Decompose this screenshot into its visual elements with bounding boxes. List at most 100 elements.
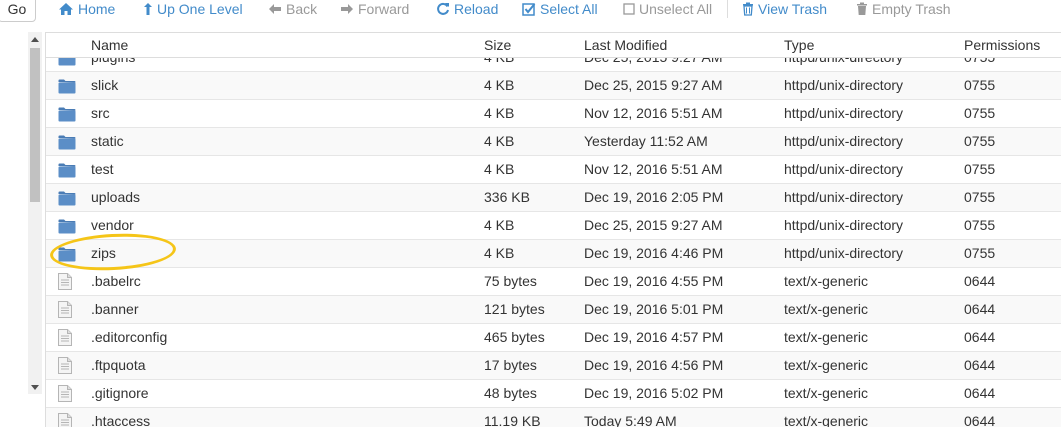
- file-name[interactable]: src: [91, 105, 110, 121]
- select-all-button[interactable]: Select All: [522, 0, 598, 18]
- unselect-all-button[interactable]: Unselect All: [623, 0, 712, 18]
- table-row[interactable]: zips 4 KB Dec 19, 2016 4:46 PM httpd/unix-d…: [46, 239, 1061, 267]
- file-last-modified: Dec 19, 2016 4:46 PM: [584, 245, 724, 261]
- file-size: 48 bytes: [484, 385, 537, 401]
- file-type: httpd/unix-directory: [784, 105, 904, 121]
- file-name[interactable]: .ftpquota: [91, 357, 146, 373]
- file-name[interactable]: test: [91, 161, 114, 177]
- file-permissions: 0755: [964, 105, 996, 121]
- empty-trash-button[interactable]: Empty Trash: [856, 0, 951, 18]
- file-name[interactable]: static: [91, 133, 124, 149]
- scrollbar-thumb[interactable]: [30, 48, 40, 202]
- toolbar: Go Home Up One Level Back Forward Reload…: [0, 0, 1061, 22]
- file-permissions: 0644: [964, 385, 996, 401]
- table-row[interactable]: .banner 121 bytes Dec 19, 2016 5:01 PM text…: [46, 295, 1061, 323]
- folder-icon: [58, 135, 76, 153]
- file-name[interactable]: .gitignore: [91, 385, 149, 401]
- file-type: httpd/unix-directory: [784, 189, 904, 205]
- column-header-type[interactable]: Type: [784, 37, 814, 53]
- level-up-icon: [144, 3, 152, 15]
- file-type: text/x-generic: [784, 301, 869, 317]
- table-row[interactable]: uploads 336 KB Dec 19, 2016 2:05 PM httpd/u…: [46, 183, 1061, 211]
- file-table: Name Size Last Modified Type Permissions…: [45, 32, 1061, 427]
- file-permissions: 0755: [964, 77, 996, 93]
- back-button[interactable]: Back: [268, 0, 317, 18]
- table-row[interactable]: .editorconfig 465 bytes Dec 19, 2016 4:57 …: [46, 323, 1061, 351]
- file-name[interactable]: .htaccess: [91, 413, 150, 427]
- file-type: httpd/unix-directory: [784, 161, 904, 177]
- column-header-name[interactable]: Name: [91, 37, 128, 53]
- table-row[interactable]: test 4 KB Nov 12, 2016 5:51 AM httpd/unix-d…: [46, 155, 1061, 183]
- column-header-last-modified[interactable]: Last Modified: [584, 37, 667, 53]
- up-one-level-button[interactable]: Up One Level: [143, 0, 243, 18]
- file-size: 11.19 KB: [484, 413, 541, 427]
- checkbox-empty-icon: [623, 3, 635, 15]
- refresh-icon: [437, 2, 449, 15]
- go-button[interactable]: Go: [0, 0, 36, 22]
- file-last-modified: Dec 19, 2016 4:56 PM: [584, 357, 724, 373]
- table-row[interactable]: .gitignore 48 bytes Dec 19, 2016 5:02 PM te…: [46, 379, 1061, 407]
- file-name[interactable]: slick: [91, 77, 118, 93]
- file-last-modified: Dec 19, 2016 5:02 PM: [584, 385, 724, 401]
- file-last-modified: Dec 19, 2016 4:57 PM: [584, 329, 724, 345]
- home-button[interactable]: Home: [58, 0, 115, 18]
- file-last-modified: Dec 25, 2015 9:27 AM: [584, 77, 723, 93]
- file-type: text/x-generic: [784, 273, 869, 289]
- table-row[interactable]: static 4 KB Yesterday 11:52 AM httpd/unix-d…: [46, 127, 1061, 155]
- home-icon: [59, 3, 73, 15]
- scroll-down-arrow-icon[interactable]: [28, 380, 42, 394]
- file-icon: [58, 413, 72, 427]
- file-type: text/x-generic: [784, 329, 869, 345]
- file-last-modified: Dec 19, 2016 4:55 PM: [584, 273, 724, 289]
- scroll-up-arrow-icon[interactable]: [28, 32, 42, 46]
- reload-button[interactable]: Reload: [436, 0, 498, 18]
- file-type: httpd/unix-directory: [784, 133, 904, 149]
- file-size: 17 bytes: [484, 357, 537, 373]
- column-header-size[interactable]: Size: [484, 37, 511, 53]
- file-size: 4 KB: [484, 161, 515, 177]
- table-row[interactable]: vendor 4 KB Dec 25, 2015 9:27 AM httpd/unix…: [46, 211, 1061, 239]
- file-last-modified: Yesterday 11:52 AM: [584, 133, 708, 149]
- file-icon: [58, 329, 72, 349]
- file-name[interactable]: .banner: [91, 301, 138, 317]
- file-permissions: 0644: [964, 273, 996, 289]
- file-last-modified: Today 5:49 AM: [584, 413, 677, 427]
- file-type: httpd/unix-directory: [784, 217, 904, 233]
- file-last-modified: Nov 12, 2016 5:51 AM: [584, 161, 723, 177]
- file-size: 336 KB: [484, 189, 530, 205]
- file-icon: [58, 273, 72, 293]
- file-permissions: 0644: [964, 413, 996, 427]
- file-name[interactable]: .babelrc: [91, 273, 141, 289]
- file-last-modified: Dec 25, 2015 9:27 AM: [584, 217, 723, 233]
- file-type: text/x-generic: [784, 385, 869, 401]
- file-permissions: 0755: [964, 217, 996, 233]
- arrow-right-icon: [341, 4, 353, 14]
- vertical-scrollbar[interactable]: [28, 32, 42, 394]
- file-name[interactable]: uploads: [91, 189, 140, 205]
- folder-icon: [58, 79, 76, 97]
- file-size: 4 KB: [484, 105, 515, 121]
- toolbar-divider: [727, 0, 728, 18]
- file-permissions: 0755: [964, 189, 996, 205]
- file-last-modified: Nov 12, 2016 5:51 AM: [584, 105, 723, 121]
- column-header-permissions[interactable]: Permissions: [964, 37, 1040, 53]
- file-icon: [58, 385, 72, 405]
- table-row[interactable]: src 4 KB Nov 12, 2016 5:51 AM httpd/unix-di…: [46, 99, 1061, 127]
- file-name[interactable]: vendor: [91, 217, 134, 233]
- table-row[interactable]: .htaccess 11.19 KB Today 5:49 AM text/x-gen…: [46, 407, 1061, 427]
- file-size: 4 KB: [484, 217, 515, 233]
- forward-button[interactable]: Forward: [340, 0, 409, 18]
- view-trash-button[interactable]: View Trash: [742, 0, 827, 18]
- file-permissions: 0644: [964, 357, 996, 373]
- folder-icon: [58, 219, 76, 237]
- table-row[interactable]: .ftpquota 17 bytes Dec 19, 2016 4:56 PM tex…: [46, 351, 1061, 379]
- trash-icon: [743, 2, 753, 16]
- table-row[interactable]: slick 4 KB Dec 25, 2015 9:27 AM httpd/unix-…: [46, 71, 1061, 99]
- file-name[interactable]: .editorconfig: [91, 329, 167, 345]
- file-icon: [58, 357, 72, 377]
- table-header: Name Size Last Modified Type Permissions: [46, 33, 1061, 58]
- file-size: 75 bytes: [484, 273, 537, 289]
- file-last-modified: Dec 19, 2016 5:01 PM: [584, 301, 724, 317]
- table-row[interactable]: .babelrc 75 bytes Dec 19, 2016 4:55 PM text…: [46, 267, 1061, 295]
- checkbox-checked-icon: [522, 3, 536, 16]
